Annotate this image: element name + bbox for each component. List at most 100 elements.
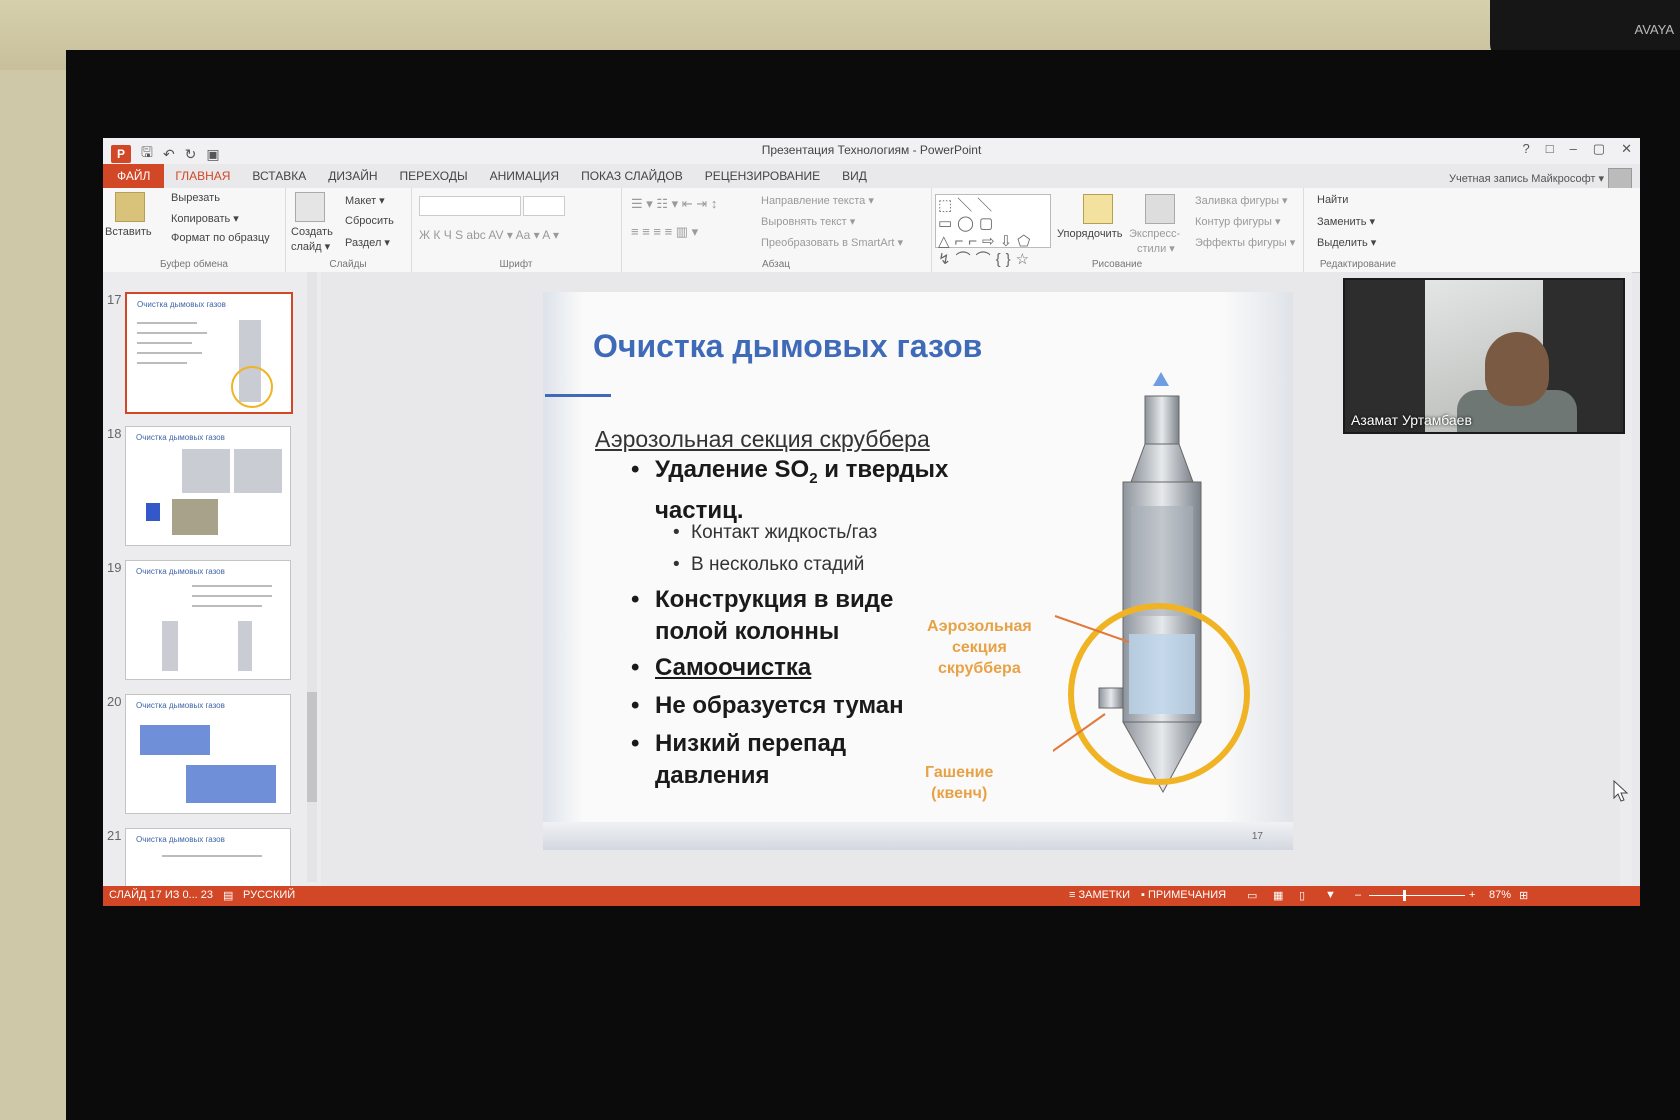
font-format-row[interactable]: Ж К Ч S abc AV ▾ Aa ▾ A ▾ [419,228,559,242]
align-text-button[interactable]: Выровнять текст ▾ [761,215,855,228]
thumbnail-slide-20[interactable]: 20 Очистка дымовых газов [103,692,313,816]
font-name-select[interactable] [419,196,521,216]
bullet-low-pressure[interactable]: Низкий перепаддавления [631,728,846,792]
window-title: Презентация Технологиям - PowerPoint [761,143,982,157]
sub-bullet-stages[interactable]: В несколько стадий [673,554,864,576]
align-buttons-icon[interactable]: ≡ ≡ ≡ ≡ ▥ ▾ [631,224,698,240]
thumbnail-preview[interactable]: Очистка дымовых газов [125,560,291,680]
thumbnails-scrollbar[interactable] [307,272,317,882]
participant-name: Азамат Уртамбаев [1351,412,1472,428]
paste-button[interactable]: Вставить [105,226,152,238]
thumbnail-preview[interactable]: Очистка дымовых газов [125,694,291,814]
thumbnails-scroll-thumb[interactable] [307,692,317,802]
text-direction-button[interactable]: Направление текста ▾ [761,194,874,207]
zoom-in-button[interactable]: + [1469,889,1475,901]
taskbar-dark-area [103,906,1640,968]
paste-icon[interactable] [115,192,145,222]
thumbnail-slide-21[interactable]: 21 Очистка дымовых газов [103,826,313,886]
tab-view[interactable]: ВИД [831,164,878,188]
quick-styles-dropdown[interactable]: стили ▾ [1137,242,1175,255]
slides-group-label: Слайды [329,259,367,270]
list-buttons-icon[interactable]: ☰ ▾ ☷ ▾ ⇤ ⇥ ↕ [631,196,717,212]
tab-file[interactable]: ФАЙЛ [103,164,165,188]
slide-subtitle[interactable]: Аэрозольная секция скруббера [595,426,930,453]
arrange-icon[interactable] [1083,194,1113,224]
fit-to-window-icon[interactable]: ⊞ [1519,889,1528,902]
thumbnail-slide-19[interactable]: 19 Очистка дымовых газов [103,558,313,682]
new-slide-button[interactable]: Создать [291,226,333,238]
bullet-self-cleaning[interactable]: Самоочистка [631,652,811,684]
thumbnail-title: Очистка дымовых газов [137,300,226,309]
video-call-tile[interactable]: Азамат Уртамбаев [1343,278,1625,434]
tab-insert[interactable]: ВСТАВКА [241,164,317,188]
mouse-cursor-icon [1613,780,1629,802]
slide-sorter-icon[interactable]: ▦ [1273,889,1283,902]
arrange-button[interactable]: Упорядочить [1057,228,1122,240]
zoom-slider-handle[interactable] [1403,890,1406,901]
zoom-out-button[interactable]: – [1355,889,1361,901]
sub-bullet-contact[interactable]: Контакт жидкость/газ [673,522,877,544]
zoom-level[interactable]: 87% [1489,889,1511,901]
language-indicator[interactable]: РУССКИЙ [243,889,295,901]
shapes-row-2: △⌐⌐⇨⇩⬠ [938,233,1036,250]
slide-title[interactable]: Очистка дымовых газов [593,328,982,365]
comments-button[interactable]: ▪ ПРИМЕЧАНИЯ [1141,889,1226,901]
maximize-button[interactable]: ▢ [1593,141,1605,157]
copy-button[interactable]: Копировать ▾ [171,212,239,225]
drawing-group-label: Рисование [1091,259,1143,270]
slideshow-view-icon[interactable]: ▼ [1325,889,1336,901]
cut-button[interactable]: Вырезать [171,192,220,204]
slide-counter: СЛАЙД 17 ИЗ 0... 23 [109,889,214,901]
bullet-so2[interactable]: Удаление SO2 и твердыхчастиц. [631,454,948,527]
bullet-no-fog[interactable]: Не образуется туман [631,690,904,722]
spellcheck-icon[interactable]: ▤ [223,889,233,902]
tab-review[interactable]: РЕЦЕНЗИРОВАНИЕ [694,164,831,188]
find-button[interactable]: Найти [1317,194,1348,206]
ribbon-display-button[interactable]: □ [1546,141,1554,157]
replace-button[interactable]: Заменить ▾ [1317,215,1375,228]
close-button[interactable]: ✕ [1621,141,1632,157]
thumbnail-preview[interactable]: Очистка дымовых газов [125,292,293,414]
section-button[interactable]: Раздел ▾ [345,236,390,249]
quick-styles-button[interactable]: Экспресс- [1129,228,1180,240]
account-label[interactable]: Учетная запись Майкрософт ▾ [1449,172,1604,185]
clipboard-group-label: Буфер обмена [160,259,228,270]
layout-button[interactable]: Макет ▾ [345,194,385,207]
font-size-select[interactable] [523,196,565,216]
zoom-slider[interactable] [1369,895,1465,896]
convert-smartart-button[interactable]: Преобразовать в SmartArt ▾ [761,236,903,249]
tab-animation[interactable]: АНИМАЦИЯ [479,164,570,188]
shape-effects-button[interactable]: Эффекты фигуры ▾ [1195,236,1295,249]
shapes-row-1: ⬚＼＼▭◯▢ [938,197,999,232]
bullet-construction[interactable]: Конструкция в видеполой колонны [631,584,893,648]
tab-slideshow[interactable]: ПОКАЗ СЛАЙДОВ [570,164,694,188]
shape-fill-button[interactable]: Заливка фигуры ▾ [1195,194,1288,207]
shape-outline-button[interactable]: Контур фигуры ▾ [1195,215,1281,228]
help-button[interactable]: ? [1522,141,1529,157]
thumbnail-title: Очистка дымовых газов [136,433,225,442]
font-group: Ж К Ч S abc AV ▾ Aa ▾ A ▾ Шрифт [411,188,622,272]
tab-home[interactable]: ГЛАВНАЯ [164,164,241,188]
shapes-gallery[interactable]: ⬚＼＼▭◯▢ △⌐⌐⇨⇩⬠ ↯⌒⌒{}☆ [935,194,1051,268]
new-slide-icon[interactable] [295,192,325,222]
thumbnail-preview[interactable]: Очистка дымовых газов [125,828,291,886]
thumbnail-slide-18[interactable]: 18 Очистка дымовых газов [103,424,313,548]
slide-thumbnails-pane: 17 Очистка дымовых газов 18 Очистка дымо… [103,272,321,886]
thumbnail-number: 21 [107,828,122,843]
tab-transitions[interactable]: ПЕРЕХОДЫ [389,164,479,188]
thumbnail-number: 19 [107,560,122,575]
drawing-group: ⬚＼＼▭◯▢ △⌐⌐⇨⇩⬠ ↯⌒⌒{}☆ Упорядочить Экспрес… [931,188,1304,272]
thumbnail-slide-17[interactable]: 17 Очистка дымовых газов [103,290,313,414]
new-slide-dropdown[interactable]: слайд ▾ [291,240,330,253]
format-painter-button[interactable]: Формат по образцу [171,232,270,244]
normal-view-icon[interactable]: ▭ [1247,889,1257,902]
minimize-button[interactable]: – [1570,141,1577,157]
quick-styles-icon[interactable] [1145,194,1175,224]
tab-design[interactable]: ДИЗАЙН [317,164,388,188]
notes-button[interactable]: ≡ ЗАМЕТКИ [1069,889,1130,901]
thumbnail-preview[interactable]: Очистка дымовых газов [125,426,291,546]
reset-button[interactable]: Сбросить [345,215,394,227]
current-slide[interactable]: Очистка дымовых газов Аэрозольная секция… [543,292,1293,850]
select-button[interactable]: Выделить ▾ [1317,236,1376,249]
reading-view-icon[interactable]: ▯ [1299,889,1305,902]
